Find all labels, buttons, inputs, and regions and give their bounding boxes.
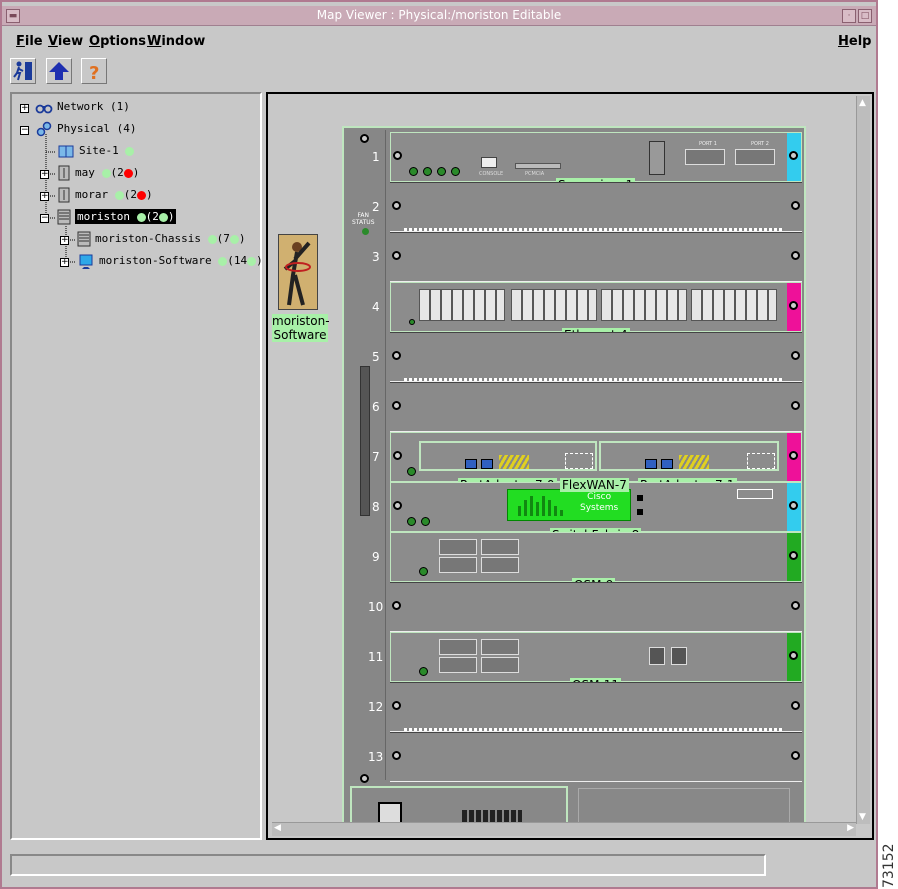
tree-node-may[interactable]: may (2) xyxy=(56,164,139,182)
fan-handle[interactable] xyxy=(360,366,370,516)
device-icon xyxy=(58,165,70,181)
map-viewer-window: ▬ Map Viewer : Physical:/moriston Editab… xyxy=(0,0,878,889)
software-icon xyxy=(79,254,93,269)
alarm-dot xyxy=(123,168,133,178)
title-bar[interactable]: ▬ Map Viewer : Physical:/moriston Editab… xyxy=(2,6,876,26)
alarm-dot xyxy=(137,190,146,200)
fan-status-label: FAN STATUS xyxy=(352,212,375,226)
slot-13-blank[interactable] xyxy=(390,732,802,782)
expand-morar[interactable]: + xyxy=(40,192,49,201)
vertical-scrollbar[interactable]: ▲ ▼ xyxy=(856,96,870,824)
binoculars-tilted-icon xyxy=(36,121,52,137)
expand-may[interactable]: + xyxy=(40,170,49,179)
up-level-button[interactable] xyxy=(46,58,72,84)
exit-icon xyxy=(13,61,32,81)
expand-moriston-software[interactable]: + xyxy=(60,258,69,267)
map-canvas[interactable]: moriston- Software FAN STATUS 1 2 3 4 5 … xyxy=(266,92,874,840)
slot-2-blank[interactable] xyxy=(390,182,802,232)
fan-status-led xyxy=(362,228,369,235)
menu-view[interactable]: View xyxy=(48,34,83,49)
menu-window[interactable]: Window xyxy=(147,34,205,49)
tree-node-moriston-software[interactable]: moriston-Software (14) xyxy=(76,252,263,270)
ethernet-port-block-2[interactable] xyxy=(511,289,597,321)
exit-button[interactable] xyxy=(10,58,36,84)
supervisor-module-port[interactable] xyxy=(649,141,665,175)
ethernet-port-block-4[interactable] xyxy=(691,289,777,321)
ethernet-port-block-3[interactable] xyxy=(601,289,687,321)
menu-bar: File View Options Window Help xyxy=(2,28,876,54)
console-port[interactable] xyxy=(481,157,497,168)
card-handle xyxy=(787,133,801,181)
port-adapter-7-1[interactable] xyxy=(599,441,779,471)
chassis-view: FAN STATUS 1 2 3 4 5 6 7 8 9 10 11 12 13 xyxy=(342,126,806,832)
help-button[interactable]: ? xyxy=(81,58,107,84)
card-osm-11[interactable] xyxy=(390,632,802,682)
moriston-software-label: moriston- Software xyxy=(272,314,330,342)
menu-help[interactable]: Help xyxy=(838,34,871,49)
tree-node-site-1[interactable]: Site-1 xyxy=(56,142,135,160)
ethernet-port-block-1[interactable] xyxy=(419,289,505,321)
status-dot xyxy=(125,146,135,156)
tree-node-morar[interactable]: morar (2) xyxy=(56,186,153,204)
window-title: Map Viewer : Physical:/moriston Editable xyxy=(316,8,562,22)
port-adapter-7-0[interactable] xyxy=(419,441,597,471)
status-bar xyxy=(10,854,766,876)
card-flexwan-7[interactable] xyxy=(390,432,802,482)
card-supervisor-1[interactable]: CONSOLE PCMCIA PORT 1 PORT 2 xyxy=(390,132,802,182)
collapse-moriston[interactable]: − xyxy=(40,214,49,223)
slot-12-blank[interactable] xyxy=(390,682,802,732)
uplink-port-1[interactable] xyxy=(685,149,725,165)
expand-network[interactable]: + xyxy=(20,104,29,113)
menu-options[interactable]: Options xyxy=(89,34,146,49)
label-flexwan-7[interactable]: FlexWAN-7 xyxy=(560,478,629,492)
person-figure-icon xyxy=(279,235,317,309)
moriston-software-object[interactable] xyxy=(278,234,318,310)
svg-text:?: ? xyxy=(89,63,99,83)
chassis-icon xyxy=(57,209,71,225)
selected-node-label: moriston (2) xyxy=(75,209,177,224)
fan-tray: FAN STATUS xyxy=(346,130,386,783)
card-osm-9[interactable] xyxy=(390,532,802,582)
slot-6-blank[interactable] xyxy=(390,382,802,432)
card-ethernet-4[interactable] xyxy=(390,282,802,332)
maximize-button[interactable]: □ xyxy=(858,9,872,23)
pcmcia-slot[interactable] xyxy=(515,163,561,169)
uplink-port-2[interactable] xyxy=(735,149,775,165)
horizontal-scrollbar[interactable]: ◀ ▶ xyxy=(272,822,856,836)
tree-node-moriston[interactable]: moriston (2) xyxy=(56,208,177,226)
slot-5-blank[interactable] xyxy=(390,332,802,382)
minimize-button[interactable]: · xyxy=(842,9,856,23)
device-icon xyxy=(58,187,70,203)
slot-3-blank[interactable] xyxy=(390,232,802,282)
menu-file[interactable]: File xyxy=(16,34,43,49)
binoculars-icon xyxy=(35,104,53,114)
up-arrow-icon xyxy=(49,62,69,80)
cisco-systems-logo: Cisco Systems xyxy=(507,489,631,521)
slot-10-blank[interactable] xyxy=(390,582,802,632)
tree-node-physical[interactable]: Physical (4) xyxy=(34,120,136,138)
help-question-icon: ? xyxy=(89,63,99,84)
toolbar: ? xyxy=(2,56,876,88)
tree-node-moriston-chassis[interactable]: moriston-Chassis (7) xyxy=(76,230,245,248)
tree-node-network[interactable]: Network (1) xyxy=(34,98,130,116)
chassis-icon xyxy=(77,231,91,247)
tree-panel[interactable]: + Network (1) − Physical (4) Site-1 + ma… xyxy=(10,92,263,840)
collapse-physical[interactable]: − xyxy=(20,126,29,135)
site-book-icon xyxy=(58,145,74,158)
figure-id: 73152 xyxy=(881,843,897,888)
expand-moriston-chassis[interactable]: + xyxy=(60,236,69,245)
